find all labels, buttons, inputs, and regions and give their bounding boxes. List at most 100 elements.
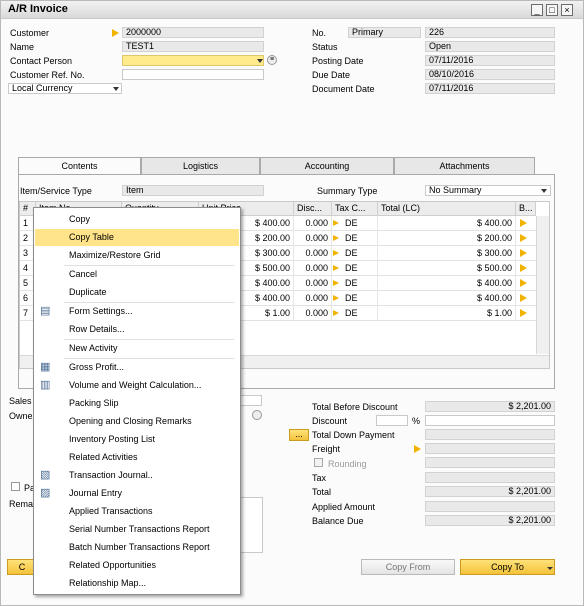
balance-due-label: Balance Due xyxy=(312,516,364,526)
cell-tax-code[interactable]: DE xyxy=(342,261,378,276)
cell-total[interactable]: $ 400.00 xyxy=(378,216,516,231)
tab-logistics[interactable]: Logistics xyxy=(141,157,260,175)
currency-select[interactable]: Local Currency xyxy=(8,83,122,94)
row-link-arrow-icon[interactable] xyxy=(520,309,527,317)
copy-from-button[interactable]: Copy From xyxy=(361,559,455,575)
row-link-arrow-icon[interactable] xyxy=(520,279,527,287)
cell-discount[interactable]: 0.000 xyxy=(294,306,332,321)
menu-item-transaction-journal[interactable]: ▧ Transaction Journal.. xyxy=(35,467,239,484)
row-link-arrow-icon[interactable] xyxy=(520,249,527,257)
menu-item-new-activity[interactable]: New Activity xyxy=(35,340,239,357)
discount-amount-field[interactable] xyxy=(425,415,555,426)
grid-vertical-scrollbar[interactable] xyxy=(536,216,549,354)
contact-details-icon[interactable]: ≡ xyxy=(267,55,277,65)
tax-code-link-arrow-icon[interactable] xyxy=(333,295,339,301)
rounding-checkbox[interactable] xyxy=(314,458,323,467)
remarks-label: Remar xyxy=(9,499,37,509)
menu-item-packing-slip[interactable]: Packing Slip xyxy=(35,395,239,412)
tax-code-link-arrow-icon[interactable] xyxy=(333,280,339,286)
freight-arrow-icon[interactable] xyxy=(414,445,421,453)
cell-tax-code[interactable]: DE xyxy=(342,231,378,246)
tax-code-link-arrow-icon[interactable] xyxy=(333,235,339,241)
cell-discount[interactable]: 0.000 xyxy=(294,291,332,306)
row-link-arrow-icon[interactable] xyxy=(520,234,527,242)
tax-code-link-arrow-icon[interactable] xyxy=(333,250,339,256)
currency-dropdown-icon[interactable] xyxy=(113,87,119,91)
series-select[interactable]: Primary xyxy=(348,27,421,38)
owner-info-icon[interactable] xyxy=(252,410,262,420)
menu-item-journal-entry[interactable]: ▨ Journal Entry xyxy=(35,485,239,502)
menu-item-related-opportunities[interactable]: Related Opportunities xyxy=(35,557,239,574)
cell-discount[interactable]: 0.000 xyxy=(294,246,332,261)
pa-checkbox[interactable] xyxy=(11,482,20,491)
cell-discount[interactable]: 0.000 xyxy=(294,261,332,276)
menu-item-relationship-map[interactable]: Relationship Map... xyxy=(35,575,239,592)
cell-total[interactable]: $ 200.00 xyxy=(378,231,516,246)
down-payment-button[interactable]: ... xyxy=(289,429,309,441)
close-button[interactable]: × xyxy=(561,4,573,16)
cell-tax-code[interactable]: DE xyxy=(342,246,378,261)
cell-tax-code[interactable]: DE xyxy=(342,216,378,231)
menu-item-duplicate[interactable]: Duplicate xyxy=(35,284,239,301)
menu-item-copy[interactable]: Copy xyxy=(35,211,239,228)
menu-item-form-settings[interactable]: ▤ Form Settings... xyxy=(35,303,239,320)
menu-item-batch-number-transactions-report[interactable]: Batch Number Transactions Report xyxy=(35,539,239,556)
summary-dropdown-icon[interactable] xyxy=(541,189,547,193)
posting-date-field[interactable]: 07/11/2016 xyxy=(425,55,555,66)
menu-item-copy-table[interactable]: Copy Table xyxy=(35,229,239,246)
row-link-arrow-icon[interactable] xyxy=(520,264,527,272)
cell-tax-code[interactable]: DE xyxy=(342,276,378,291)
customer-field[interactable]: 2000000 xyxy=(122,27,264,38)
cell-total[interactable]: $ 300.00 xyxy=(378,246,516,261)
tab-attachments[interactable]: Attachments xyxy=(394,157,535,175)
menu-item-serial-number-transactions-report[interactable]: Serial Number Transactions Report xyxy=(35,521,239,538)
total-before-discount-field: $ 2,201.00 xyxy=(425,401,555,412)
row-link-arrow-icon[interactable] xyxy=(520,294,527,302)
cell-tax-code[interactable]: DE xyxy=(342,306,378,321)
menu-item-label: Row Details... xyxy=(69,324,125,334)
name-field[interactable]: TEST1 xyxy=(122,41,264,52)
customer-ref-field[interactable] xyxy=(122,69,264,80)
due-date-field[interactable]: 08/10/2016 xyxy=(425,69,555,80)
cell-total[interactable]: $ 400.00 xyxy=(378,276,516,291)
cell-discount[interactable]: 0.000 xyxy=(294,216,332,231)
menu-item-inventory-posting-list[interactable]: Inventory Posting List xyxy=(35,431,239,448)
cell-total[interactable]: $ 500.00 xyxy=(378,261,516,276)
col-header-discount[interactable]: Disc... xyxy=(294,202,332,216)
maximize-button[interactable]: □ xyxy=(546,4,558,16)
tax-code-link-arrow-icon[interactable] xyxy=(333,265,339,271)
contact-person-field[interactable] xyxy=(122,55,264,66)
row-link-arrow-icon[interactable] xyxy=(520,219,527,227)
menu-item-gross-profit[interactable]: ▦ Gross Profit... xyxy=(35,359,239,376)
menu-item-applied-transactions[interactable]: Applied Transactions xyxy=(35,503,239,520)
gross-profit-icon: ▦ xyxy=(40,361,51,373)
cell-tax-code[interactable]: DE xyxy=(342,291,378,306)
menu-item-related-activities[interactable]: Related Activities xyxy=(35,449,239,466)
document-date-field[interactable]: 07/11/2016 xyxy=(425,83,555,94)
col-header-b[interactable]: B... xyxy=(516,202,536,216)
cell-total[interactable]: $ 400.00 xyxy=(378,291,516,306)
cell-discount[interactable]: 0.000 xyxy=(294,231,332,246)
menu-item-volume-and-weight-calculation[interactable]: ▥ Volume and Weight Calculation... xyxy=(35,377,239,394)
cell-total[interactable]: $ 1.00 xyxy=(378,306,516,321)
menu-item-row-details[interactable]: Row Details... xyxy=(35,321,239,338)
document-number-field[interactable]: 226 xyxy=(425,27,555,38)
menu-item-maximize-restore-grid[interactable]: Maximize/Restore Grid xyxy=(35,247,239,264)
minimize-button[interactable]: _ xyxy=(531,4,543,16)
summary-type-select[interactable]: No Summary xyxy=(425,185,551,196)
discount-percent-field[interactable] xyxy=(376,415,408,426)
tax-code-link-arrow-icon[interactable] xyxy=(333,220,339,226)
sales-employee-select[interactable] xyxy=(238,395,262,406)
col-header-tax-code[interactable]: Tax C... xyxy=(332,202,378,216)
copy-to-dropdown-icon[interactable] xyxy=(547,567,553,570)
tab-accounting[interactable]: Accounting xyxy=(260,157,394,175)
customer-link-arrow-icon[interactable] xyxy=(112,29,119,37)
cell-discount[interactable]: 0.000 xyxy=(294,276,332,291)
menu-item-opening-and-closing-remarks[interactable]: Opening and Closing Remarks xyxy=(35,413,239,430)
item-type-select[interactable]: Item xyxy=(122,185,264,196)
copy-to-button[interactable]: Copy To xyxy=(460,559,555,575)
tax-code-link-arrow-icon[interactable] xyxy=(333,310,339,316)
contact-dropdown-icon[interactable] xyxy=(257,59,263,63)
col-header-total[interactable]: Total (LC) xyxy=(378,202,516,216)
menu-item-cancel[interactable]: Cancel xyxy=(35,266,239,283)
